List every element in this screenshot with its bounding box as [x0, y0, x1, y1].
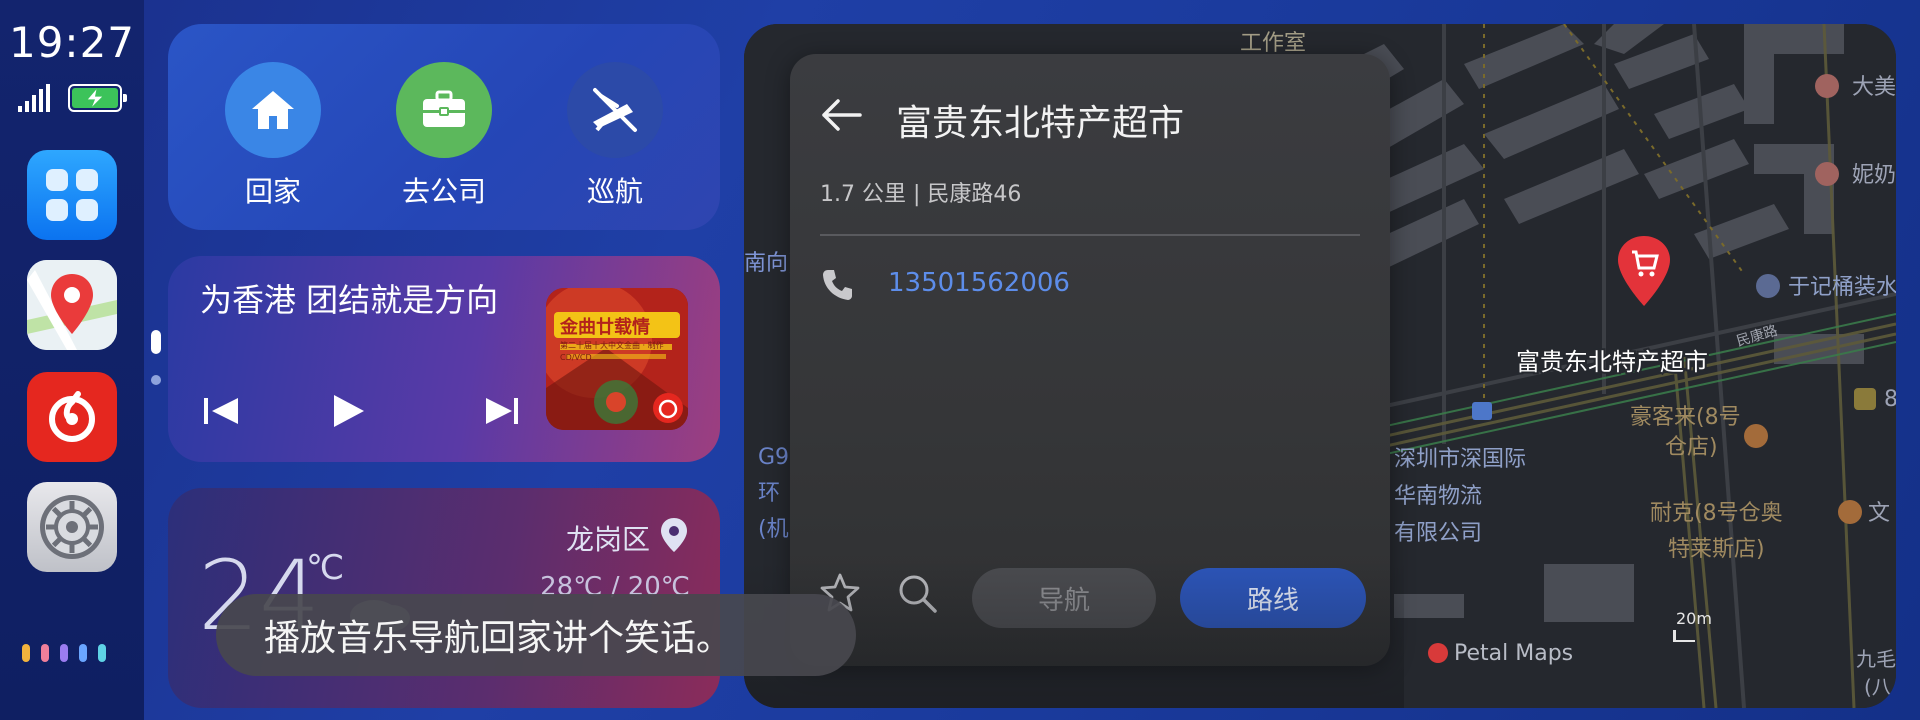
album-subtitle-text: 第二十届十大中文金曲 · 制作 CD/VCD	[560, 341, 664, 362]
destination-marker-label: 富贵东北特产超市	[1516, 348, 1708, 376]
svg-text:耐克(8号仓奥: 耐克(8号仓奥	[1650, 501, 1783, 526]
svg-text:(八: (八	[1864, 675, 1892, 699]
app-launcher-icon[interactable]	[27, 150, 117, 240]
company-label: 去公司	[401, 175, 486, 208]
cruise-icon	[567, 62, 663, 158]
svg-text:于记桶装水: 于记桶装水	[1788, 275, 1896, 300]
bus-stop-icon	[1472, 402, 1492, 420]
svg-text:8: 8	[1884, 387, 1896, 412]
petal-maps-app-icon[interactable]	[27, 260, 117, 350]
svg-text:仓店): 仓店)	[1665, 435, 1718, 460]
poi-detail-panel: 富贵东北特产超市 1.7 公里 | 民康路46 13501562006 导航 路…	[790, 54, 1390, 666]
location-pin-icon	[661, 518, 687, 552]
search-icon[interactable]	[896, 572, 938, 614]
cruise-label: 巡航	[586, 175, 643, 208]
next-track-icon[interactable]	[486, 398, 518, 424]
petal-logo-icon	[1428, 643, 1448, 663]
page-indicator[interactable]	[150, 330, 162, 390]
back-arrow-icon[interactable]	[820, 98, 862, 132]
svg-text:(机: (机	[758, 517, 789, 542]
music-player-card[interactable]: 为香港 团结就是方向 金曲廿载情 第二十届十大中文金曲 · 制作 CD/VCD	[168, 256, 720, 462]
poi-icon-yuji	[1756, 274, 1780, 298]
home-icon	[225, 62, 321, 158]
status-clock: 19:27	[8, 18, 136, 67]
svg-text:妮奶: 妮奶	[1852, 163, 1896, 188]
svg-text:大美: 大美	[1852, 75, 1896, 100]
voice-assistant-icon[interactable]	[22, 640, 122, 666]
svg-text:华南物流: 华南物流	[1394, 484, 1482, 509]
poi-icon-8	[1854, 388, 1876, 410]
poi-name: 富贵东北特产超市	[896, 103, 1185, 144]
navigate-button[interactable]: 导航	[972, 568, 1156, 628]
battery-icon	[68, 84, 127, 112]
svg-text:豪客来(8号: 豪客来(8号	[1630, 405, 1741, 430]
divider	[820, 234, 1360, 236]
svg-text:有限公司: 有限公司	[1394, 521, 1482, 546]
poi-icon-dame	[1815, 74, 1839, 98]
settings-app-icon[interactable]	[27, 482, 117, 572]
svg-text:九毛九: 九毛九	[1856, 647, 1896, 671]
cruise-shortcut[interactable]: 巡航	[560, 62, 670, 210]
playback-controls	[204, 395, 518, 427]
previous-track-icon[interactable]	[204, 398, 238, 424]
home-shortcut[interactable]: 回家	[218, 62, 328, 210]
svg-text:特莱斯店): 特莱斯店)	[1668, 537, 1765, 562]
poi-icon-nijiang	[1815, 162, 1839, 186]
home-label: 回家	[244, 175, 301, 208]
route-button[interactable]: 路线	[1180, 568, 1366, 628]
album-art[interactable]: 金曲廿载情 第二十届十大中文金曲 · 制作 CD/VCD	[546, 288, 688, 430]
poi-distance-address: 1.7 公里 | 民康路46	[820, 182, 1022, 207]
album-title-text: 金曲廿载情	[560, 317, 650, 338]
svg-text:环: 环	[758, 481, 780, 506]
app-dock: 19:27	[0, 0, 144, 720]
quick-nav-card: 回家 去公司 巡航	[168, 24, 720, 230]
svg-text:南向): 南向)	[744, 251, 797, 276]
temperature-unit: ℃	[306, 548, 345, 588]
voice-suggestion-bubble[interactable]: 播放音乐导航回家讲个笑话。	[216, 594, 856, 676]
netease-music-app-icon[interactable]	[27, 372, 117, 462]
poi-icon-wen	[1838, 500, 1862, 524]
svg-text:文: 文	[1868, 501, 1890, 526]
svg-text:Petal Maps: Petal Maps	[1454, 641, 1573, 666]
svg-text:深圳市深国际: 深圳市深国际	[1394, 447, 1526, 472]
district-label: 龙岗区	[565, 523, 650, 556]
svg-text:工作室: 工作室	[1240, 31, 1306, 56]
phone-icon	[823, 270, 852, 300]
company-shortcut[interactable]: 去公司	[389, 62, 499, 210]
poi-phone-link[interactable]: 13501562006	[888, 268, 1070, 298]
signal-icon	[18, 84, 50, 112]
poi-icon-restaurant	[1744, 424, 1768, 448]
briefcase-icon	[396, 62, 492, 158]
song-title: 为香港 团结就是方向	[200, 281, 499, 319]
play-icon[interactable]	[334, 395, 364, 427]
svg-text:20m: 20m	[1676, 609, 1712, 628]
